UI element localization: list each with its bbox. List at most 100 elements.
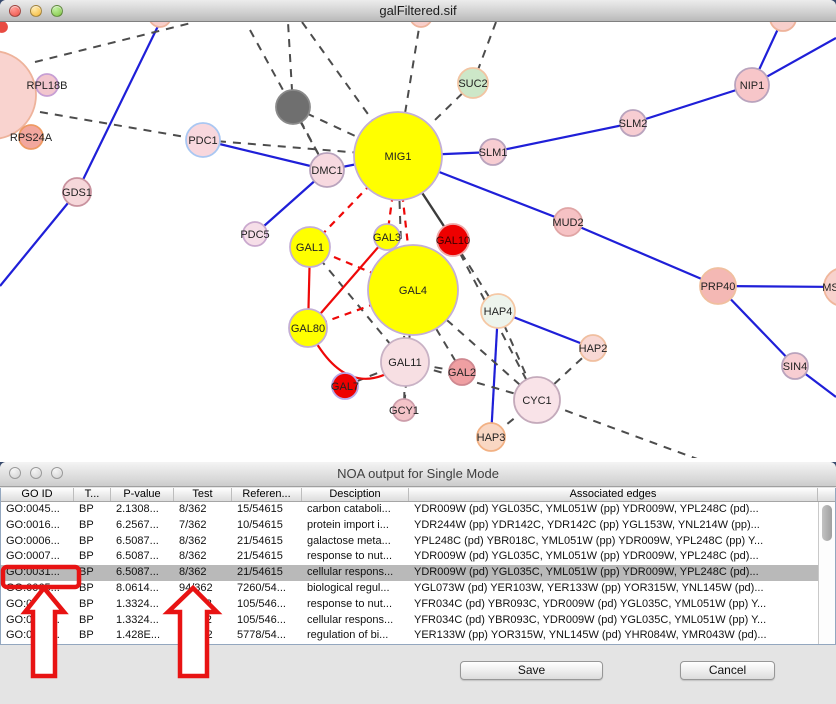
network-edge[interactable] [537, 400, 700, 458]
network-window-titlebar[interactable]: galFiltered.sif [0, 0, 836, 22]
table-cell: 11/362 [174, 613, 232, 629]
table-cell: 1.3324... [111, 597, 174, 613]
column-header[interactable]: Test [174, 488, 232, 501]
table-cell: YFR034C (pd) YBR093C, YDR009W (pd) YGL03… [409, 597, 819, 613]
table-cell: GO:0006... [1, 534, 74, 550]
column-header[interactable]: Associated edges [409, 488, 818, 501]
table-cell: cellular respons... [302, 565, 409, 581]
node-unlabeled[interactable] [276, 90, 310, 124]
node-unlabeled[interactable] [410, 22, 432, 27]
node-label: GAL10 [436, 235, 470, 247]
network-canvas[interactable]: RPL18BRPS24AGDS1PDC1DMC1SUC2MIG1SLM1SLM2… [0, 22, 836, 458]
table-cell: YPL248C (pd) YBR018C, YML051W (pp) YDR00… [409, 534, 819, 550]
table-cell: GO:0031... [1, 565, 74, 581]
table-cell: protein import i... [302, 518, 409, 534]
table-cell: 80/362 [174, 628, 232, 644]
node-unlabeled[interactable] [149, 22, 171, 27]
table-cell: cellular respons... [302, 613, 409, 629]
network-window: galFiltered.sif RPL18BRPS24AGDS1PDC1DMC1… [0, 0, 836, 462]
node-label: MIG1 [385, 151, 412, 163]
table-cell: 21/54615 [232, 565, 302, 581]
table-cell: 6.5087... [111, 549, 174, 565]
node-label: GAL11 [388, 357, 421, 369]
node-label: SLM1 [479, 147, 508, 159]
node-label: MSI [822, 282, 836, 294]
table-row[interactable]: GO:0045...BP2.1308...8/36215/54615carbon… [1, 502, 819, 518]
column-header[interactable] [818, 488, 835, 501]
column-header[interactable]: Referen... [232, 488, 302, 501]
table-cell: 6.5087... [111, 565, 174, 581]
network-edge[interactable] [0, 192, 77, 286]
table-body[interactable]: GO:0045...BP2.1308...8/36215/54615carbon… [1, 502, 819, 644]
table-row[interactable]: GO:0006...BP6.5087...8/36221/54615galact… [1, 534, 819, 550]
table-cell: 6.5087... [111, 534, 174, 550]
table-cell: 8/362 [174, 549, 232, 565]
table-header-row: GO IDT...P-valueTestReferen...Desciption… [1, 488, 835, 502]
column-header[interactable]: T... [74, 488, 111, 501]
node-label: HAP2 [579, 343, 608, 355]
table-row[interactable]: GO:0050...BP1.428E...80/3625778/54...reg… [1, 628, 819, 644]
scrollbar-thumb[interactable] [822, 505, 832, 541]
table-cell: 21/54615 [232, 549, 302, 565]
column-header[interactable]: P-value [111, 488, 174, 501]
table-row[interactable]: GO:0031...BP1.3324...11/362105/546...res… [1, 597, 819, 613]
node-label: PDC1 [188, 135, 217, 147]
table-cell: BP [74, 581, 111, 597]
node-label: SLM2 [619, 118, 648, 130]
node-label: CYC1 [522, 395, 551, 407]
table-cell: 105/546... [232, 613, 302, 629]
noa-results-table: GO IDT...P-valueTestReferen...Desciption… [0, 488, 836, 645]
node-label: GAL7 [331, 381, 359, 393]
network-edge[interactable] [493, 123, 633, 152]
network-svg[interactable]: RPL18BRPS24AGDS1PDC1DMC1SUC2MIG1SLM1SLM2… [0, 22, 836, 458]
table-cell: response to nut... [302, 597, 409, 613]
table-cell: YFR034C (pd) YBR093C, YDR009W (pd) YGL03… [409, 613, 819, 629]
cancel-button[interactable]: Cancel [680, 661, 775, 680]
table-row[interactable]: GO:0007...BP6.5087...8/36221/54615respon… [1, 549, 819, 565]
node-unlabeled[interactable] [0, 22, 7, 32]
network-edge[interactable] [35, 22, 195, 62]
table-cell: 7260/54... [232, 581, 302, 597]
table-cell: BP [74, 597, 111, 613]
network-edge[interactable] [77, 22, 160, 192]
table-cell: BP [74, 628, 111, 644]
table-row[interactable]: GO:0016...BP6.2567...7/36210/54615protei… [1, 518, 819, 534]
table-row-selected[interactable]: GO:0031...BP6.5087...8/36221/54615cellul… [1, 565, 819, 581]
network-edge[interactable] [491, 311, 498, 437]
network-edge[interactable] [568, 222, 718, 286]
noa-window: NOA output for Single Mode GO IDT...P-va… [0, 462, 836, 704]
node-label: GAL3 [373, 232, 401, 244]
column-header[interactable]: GO ID [1, 488, 74, 501]
table-row[interactable]: GO:0031...BP1.3324...11/362105/546...cel… [1, 613, 819, 629]
table-cell: 8/362 [174, 502, 232, 518]
table-cell: BP [74, 613, 111, 629]
node-label: RPL18B [27, 80, 68, 92]
table-cell: GO:0031... [1, 597, 74, 613]
column-header[interactable]: Desciption [302, 488, 409, 501]
network-edge[interactable] [633, 85, 752, 123]
node-unlabeled[interactable] [770, 22, 796, 31]
network-window-title: galFiltered.sif [0, 3, 836, 18]
node-label: GCY1 [389, 405, 419, 417]
save-button[interactable]: Save [460, 661, 603, 680]
table-cell: 5778/54... [232, 628, 302, 644]
node-label: HAP4 [484, 306, 513, 318]
table-cell: 11/362 [174, 597, 232, 613]
table-cell: GO:0065... [1, 581, 74, 597]
table-cell: 1.3324... [111, 613, 174, 629]
network-edge[interactable] [40, 112, 203, 140]
table-cell: GO:0016... [1, 518, 74, 534]
vertical-scrollbar[interactable] [818, 502, 835, 644]
table-cell: 94/362 [174, 581, 232, 597]
table-cell: 10/54615 [232, 518, 302, 534]
table-cell: GO:0045... [1, 502, 74, 518]
table-cell: YER133W (pp) YOR315W, YNL145W (pd) YHR08… [409, 628, 819, 644]
noa-window-titlebar[interactable]: NOA output for Single Mode [0, 462, 836, 487]
table-cell: 105/546... [232, 597, 302, 613]
table-row[interactable]: GO:0065...BP8.0614...94/3627260/54...bio… [1, 581, 819, 597]
table-cell: GO:0007... [1, 549, 74, 565]
table-cell: 7/362 [174, 518, 232, 534]
noa-window-title: NOA output for Single Mode [0, 466, 836, 481]
table-cell: regulation of bi... [302, 628, 409, 644]
node-label: RPS24A [10, 132, 53, 144]
